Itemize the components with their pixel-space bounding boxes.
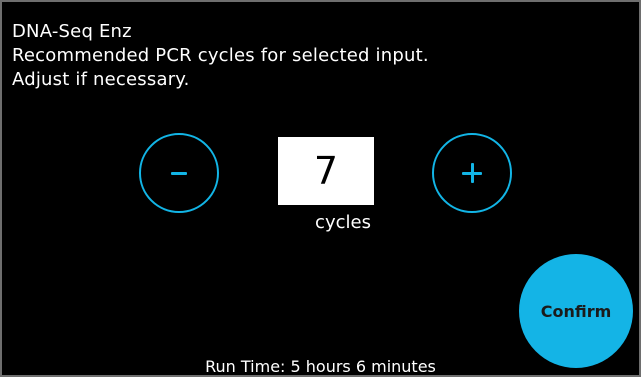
header: DNA-Seq Enz Recommended PCR cycles for s… bbox=[12, 20, 429, 92]
decrease-cycles-button[interactable] bbox=[139, 133, 219, 213]
confirm-button[interactable]: Confirm bbox=[519, 254, 633, 368]
cycles-unit-label: cycles bbox=[315, 212, 371, 233]
increase-cycles-button[interactable] bbox=[432, 133, 512, 213]
protocol-title: DNA-Seq Enz bbox=[12, 21, 132, 42]
run-time-label: Run Time: 5 hours 6 minutes bbox=[205, 357, 436, 376]
instruction-line-1: Recommended PCR cycles for selected inpu… bbox=[12, 45, 429, 66]
instruction-line-2: Adjust if necessary. bbox=[12, 69, 190, 90]
plus-icon bbox=[462, 163, 482, 183]
confirm-button-label: Confirm bbox=[540, 301, 612, 321]
minus-icon bbox=[171, 171, 187, 175]
cycles-value: 7 bbox=[278, 137, 374, 205]
